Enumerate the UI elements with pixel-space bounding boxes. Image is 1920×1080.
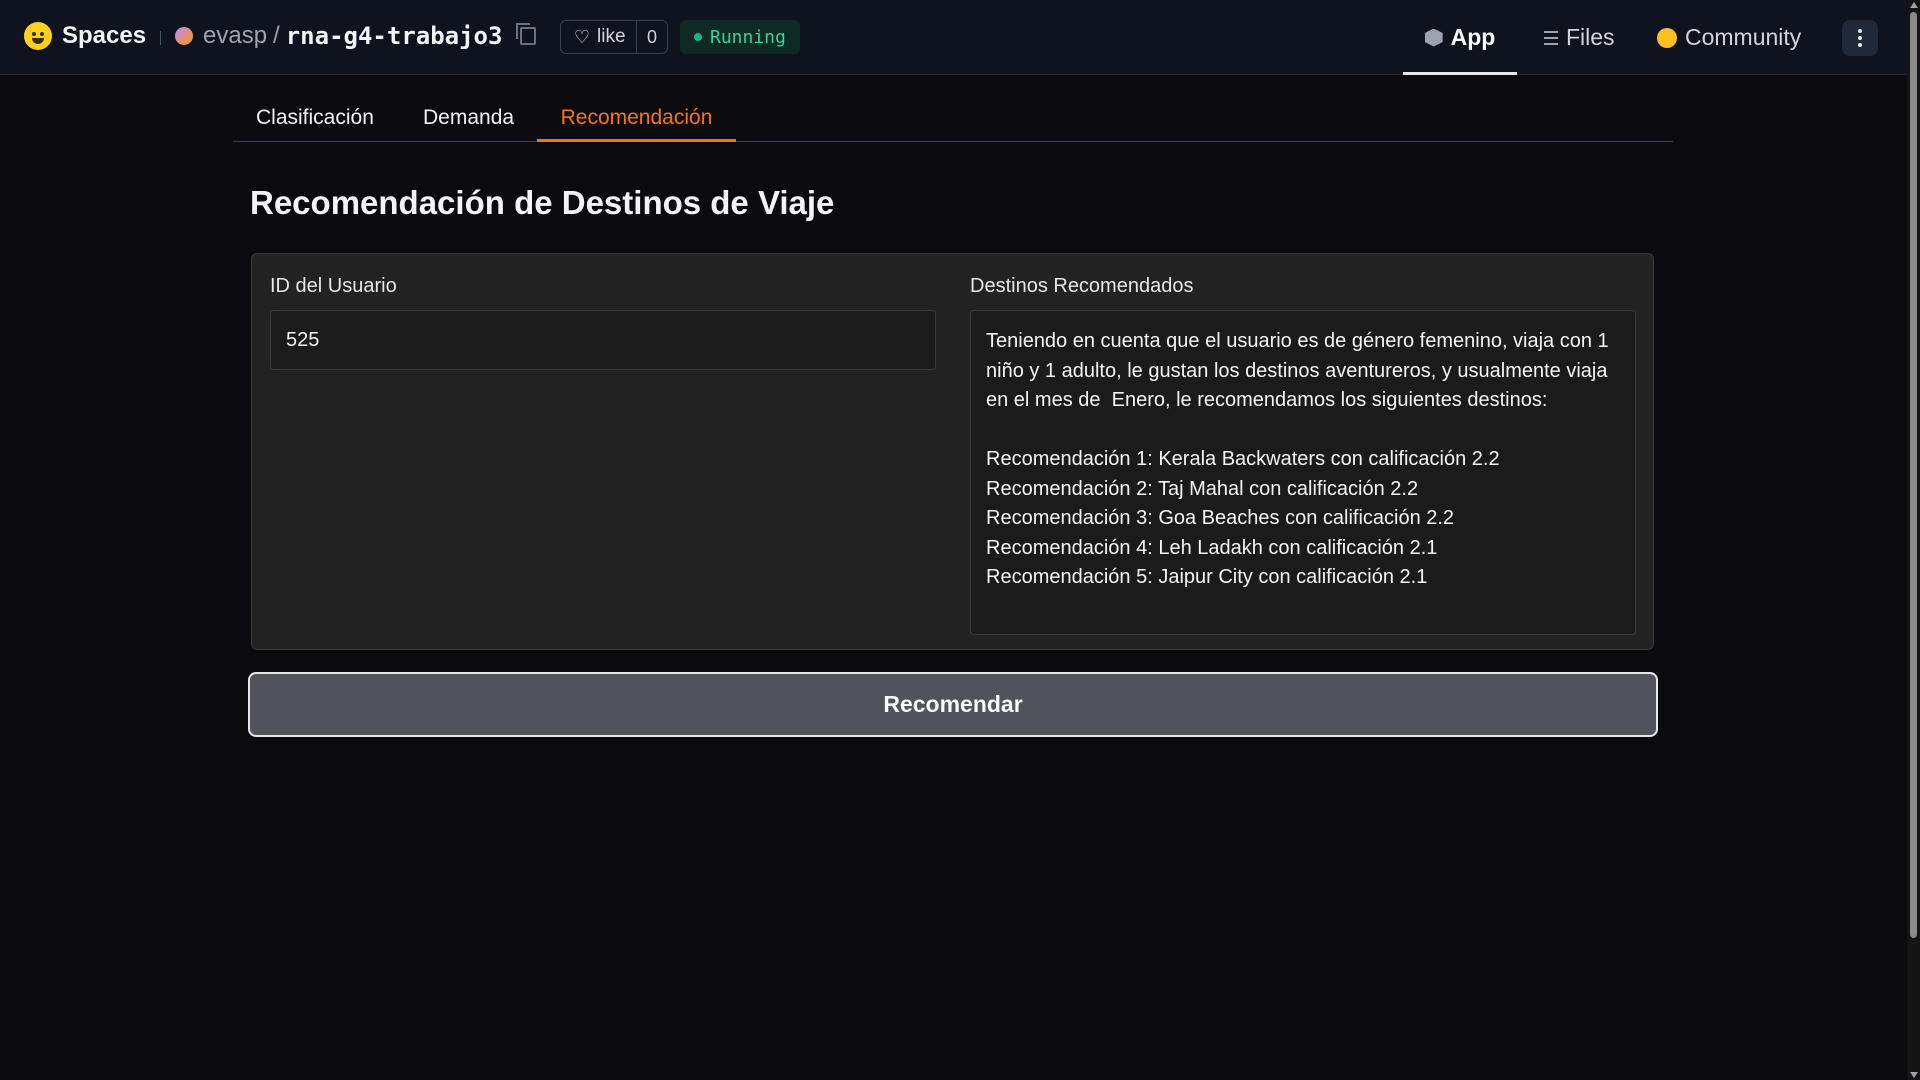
status-dot-icon (694, 33, 702, 41)
user-id-label: ID del Usuario (270, 275, 397, 297)
nav-files[interactable]: Files (1538, 0, 1615, 75)
more-options-button[interactable] (1842, 20, 1878, 56)
space-name-link[interactable]: rna-g4-trabajo3 (286, 22, 503, 50)
page-title: Recomendación de Destinos de Viaje (250, 184, 835, 221)
copy-icon[interactable] (516, 23, 537, 45)
owner-avatar (175, 27, 193, 45)
brand-name: Spaces (62, 22, 147, 49)
owner-link[interactable]: evasp (203, 22, 267, 50)
page-scrollbar[interactable] (1907, 0, 1920, 1080)
spaces-home-link[interactable]: Spaces (24, 22, 146, 50)
like-count[interactable]: 0 (636, 21, 667, 53)
tab-demanda[interactable]: Demanda (423, 96, 514, 141)
recommendations-label: Destinos Recomendados (970, 275, 1194, 297)
community-icon (1657, 27, 1677, 48)
nav-files-label: Files (1566, 24, 1615, 50)
scroll-down-icon[interactable] (1910, 1072, 1918, 1078)
huggingface-logo-icon (24, 22, 52, 50)
user-id-input[interactable] (270, 310, 936, 370)
scroll-up-icon[interactable] (1910, 2, 1918, 8)
recommendations-output[interactable]: Teniendo en cuenta que el usuario es de … (970, 310, 1636, 635)
nav-community-label: Community (1685, 24, 1802, 50)
recommend-button[interactable]: Recomendar (248, 672, 1658, 737)
nav-app-label: App (1450, 24, 1496, 50)
space-breadcrumb: evasp / rna-g4-trabajo3 (175, 22, 537, 50)
like-button[interactable]: ♡ like 0 (560, 20, 668, 54)
header-divider (160, 31, 161, 45)
top-bar: Spaces evasp / rna-g4-trabajo3 ♡ like 0 … (0, 0, 1907, 75)
files-icon (1538, 30, 1558, 46)
tab-recomendacion[interactable]: Recomendación (537, 96, 736, 142)
tab-bar: Clasificación Demanda Recomendación (233, 96, 1673, 142)
nav-app[interactable]: App (1403, 0, 1517, 75)
tab-clasificacion[interactable]: Clasificación (256, 96, 374, 141)
status-badge[interactable]: Running (680, 20, 800, 54)
nav-community[interactable]: Community (1657, 0, 1801, 75)
status-text: Running (710, 26, 786, 48)
heart-icon: ♡ (573, 26, 591, 47)
cube-icon (1424, 28, 1443, 47)
more-vertical-icon (1858, 29, 1862, 33)
scrollbar-thumb[interactable] (1910, 12, 1917, 938)
breadcrumb-separator: / (273, 22, 280, 49)
like-label: like (597, 26, 626, 47)
